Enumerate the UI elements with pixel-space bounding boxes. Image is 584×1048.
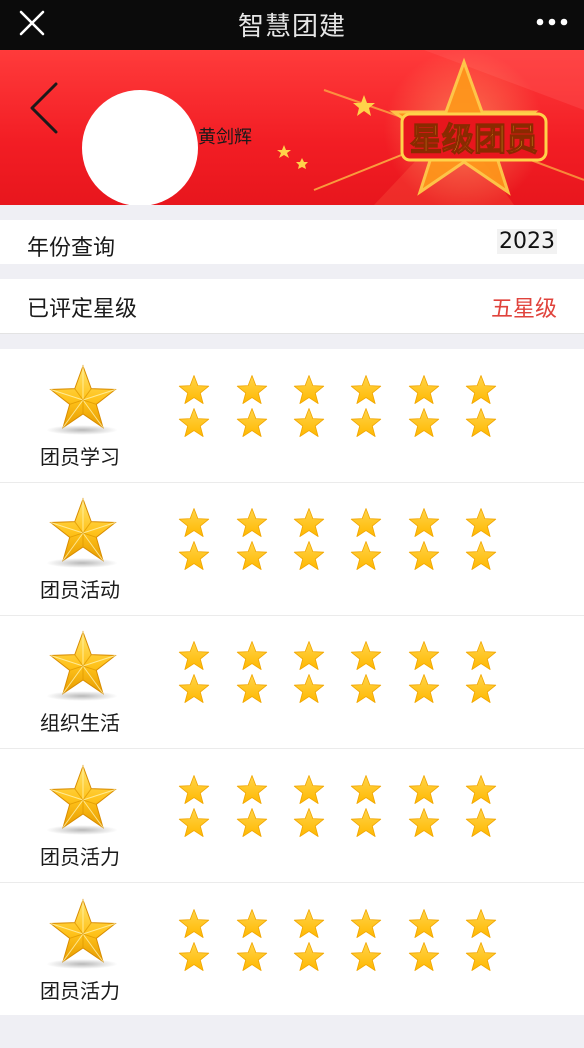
small-star-icon bbox=[465, 909, 497, 938]
small-star-icon bbox=[350, 909, 382, 938]
small-star-icon bbox=[350, 508, 382, 537]
small-star-icon bbox=[408, 641, 440, 670]
small-star-icon bbox=[236, 775, 268, 804]
small-star-icon bbox=[350, 808, 382, 837]
small-star-icon bbox=[465, 775, 497, 804]
small-star-icon bbox=[350, 375, 382, 404]
small-star-icon bbox=[408, 909, 440, 938]
gold-star-icon bbox=[49, 497, 117, 562]
star-shadow bbox=[46, 825, 118, 835]
small-star-icon bbox=[408, 775, 440, 804]
svg-text:星级团员: 星级团员 bbox=[410, 120, 538, 158]
category-row: 团员学习 bbox=[0, 349, 584, 483]
star-shadow bbox=[46, 959, 118, 969]
small-star-icon bbox=[350, 408, 382, 437]
small-star-icon bbox=[408, 408, 440, 437]
small-star-icon bbox=[178, 942, 210, 971]
star-shadow bbox=[46, 425, 118, 435]
small-star-icon bbox=[236, 375, 268, 404]
year-query-row[interactable]: 年份查询 2023 bbox=[0, 220, 584, 264]
category-star-list: 团员学习 团员活动 组织生活 团员活力 团员活力 bbox=[0, 349, 584, 1015]
category-row: 组织生活 bbox=[0, 615, 584, 749]
back-arrow-icon[interactable] bbox=[26, 80, 62, 136]
small-star-icon bbox=[350, 942, 382, 971]
small-star-icon bbox=[465, 641, 497, 670]
small-star-icon bbox=[178, 541, 210, 570]
small-star-icon bbox=[293, 408, 325, 437]
small-star-icon bbox=[236, 508, 268, 537]
category-row: 团员活动 bbox=[0, 482, 584, 616]
avatar[interactable] bbox=[82, 90, 198, 205]
category-label: 团员学习 bbox=[40, 445, 120, 469]
small-star-icon bbox=[465, 408, 497, 437]
gold-star-icon bbox=[49, 630, 117, 695]
small-star-icon bbox=[350, 541, 382, 570]
small-star-icon bbox=[236, 641, 268, 670]
small-star-icon bbox=[465, 508, 497, 537]
category-label: 组织生活 bbox=[40, 711, 120, 735]
star-shadow bbox=[46, 691, 118, 701]
star-member-badge: 星级团员 bbox=[400, 112, 548, 162]
small-star-icon bbox=[465, 942, 497, 971]
small-star-icon bbox=[350, 775, 382, 804]
rated-star-level-row: 已评定星级 五星级 bbox=[0, 279, 584, 334]
star-shadow bbox=[46, 558, 118, 568]
year-value[interactable]: 2023 bbox=[497, 229, 557, 254]
small-star-icon bbox=[465, 541, 497, 570]
small-star-icon bbox=[350, 641, 382, 670]
small-star-icon bbox=[236, 674, 268, 703]
small-star-icon bbox=[178, 375, 210, 404]
small-star-icon bbox=[236, 541, 268, 570]
small-star-icon bbox=[178, 641, 210, 670]
gold-star-icon bbox=[49, 764, 117, 829]
small-star-icon bbox=[178, 775, 210, 804]
small-star-icon bbox=[293, 775, 325, 804]
small-star-icon bbox=[408, 808, 440, 837]
category-label: 团员活力 bbox=[40, 979, 120, 1003]
small-star-icon bbox=[293, 674, 325, 703]
small-star-icon bbox=[178, 408, 210, 437]
small-star-icon bbox=[293, 808, 325, 837]
small-star-icon bbox=[178, 909, 210, 938]
small-star-icon bbox=[465, 674, 497, 703]
category-label: 团员活动 bbox=[40, 578, 120, 602]
more-icon[interactable] bbox=[534, 12, 570, 32]
rated-star-level-value: 五星级 bbox=[490, 297, 557, 322]
gold-star-icon bbox=[49, 898, 117, 963]
small-star-icon bbox=[293, 375, 325, 404]
small-star-icon bbox=[408, 541, 440, 570]
rated-star-level-label: 已评定星级 bbox=[27, 297, 138, 322]
small-star-icon bbox=[465, 375, 497, 404]
small-star-icon bbox=[236, 808, 268, 837]
small-star-icon bbox=[236, 909, 268, 938]
small-star-icon bbox=[293, 909, 325, 938]
small-star-icon bbox=[178, 808, 210, 837]
page-title: 智慧团建 bbox=[237, 12, 346, 42]
user-name: 黄剑辉 bbox=[198, 127, 252, 148]
category-row: 团员活力 bbox=[0, 883, 584, 1016]
profile-banner: 黄剑辉 星级团员 bbox=[0, 50, 584, 205]
small-star-icon bbox=[293, 942, 325, 971]
small-star-icon bbox=[293, 541, 325, 570]
title-bar: 智慧团建 bbox=[0, 0, 584, 50]
small-star-icon bbox=[178, 508, 210, 537]
small-star-icon bbox=[236, 942, 268, 971]
small-star-icon bbox=[408, 375, 440, 404]
small-star-icon bbox=[408, 508, 440, 537]
gold-star-icon bbox=[49, 364, 117, 429]
small-star-icon bbox=[350, 674, 382, 703]
small-star-icon bbox=[465, 808, 497, 837]
small-star-icon bbox=[178, 674, 210, 703]
category-row: 团员活力 bbox=[0, 749, 584, 883]
small-star-icon bbox=[408, 942, 440, 971]
small-star-icon bbox=[293, 641, 325, 670]
category-label: 团员活力 bbox=[40, 845, 120, 869]
small-star-icon bbox=[293, 508, 325, 537]
small-star-icon bbox=[236, 408, 268, 437]
small-star-icon bbox=[408, 674, 440, 703]
year-query-label: 年份查询 bbox=[27, 236, 116, 261]
